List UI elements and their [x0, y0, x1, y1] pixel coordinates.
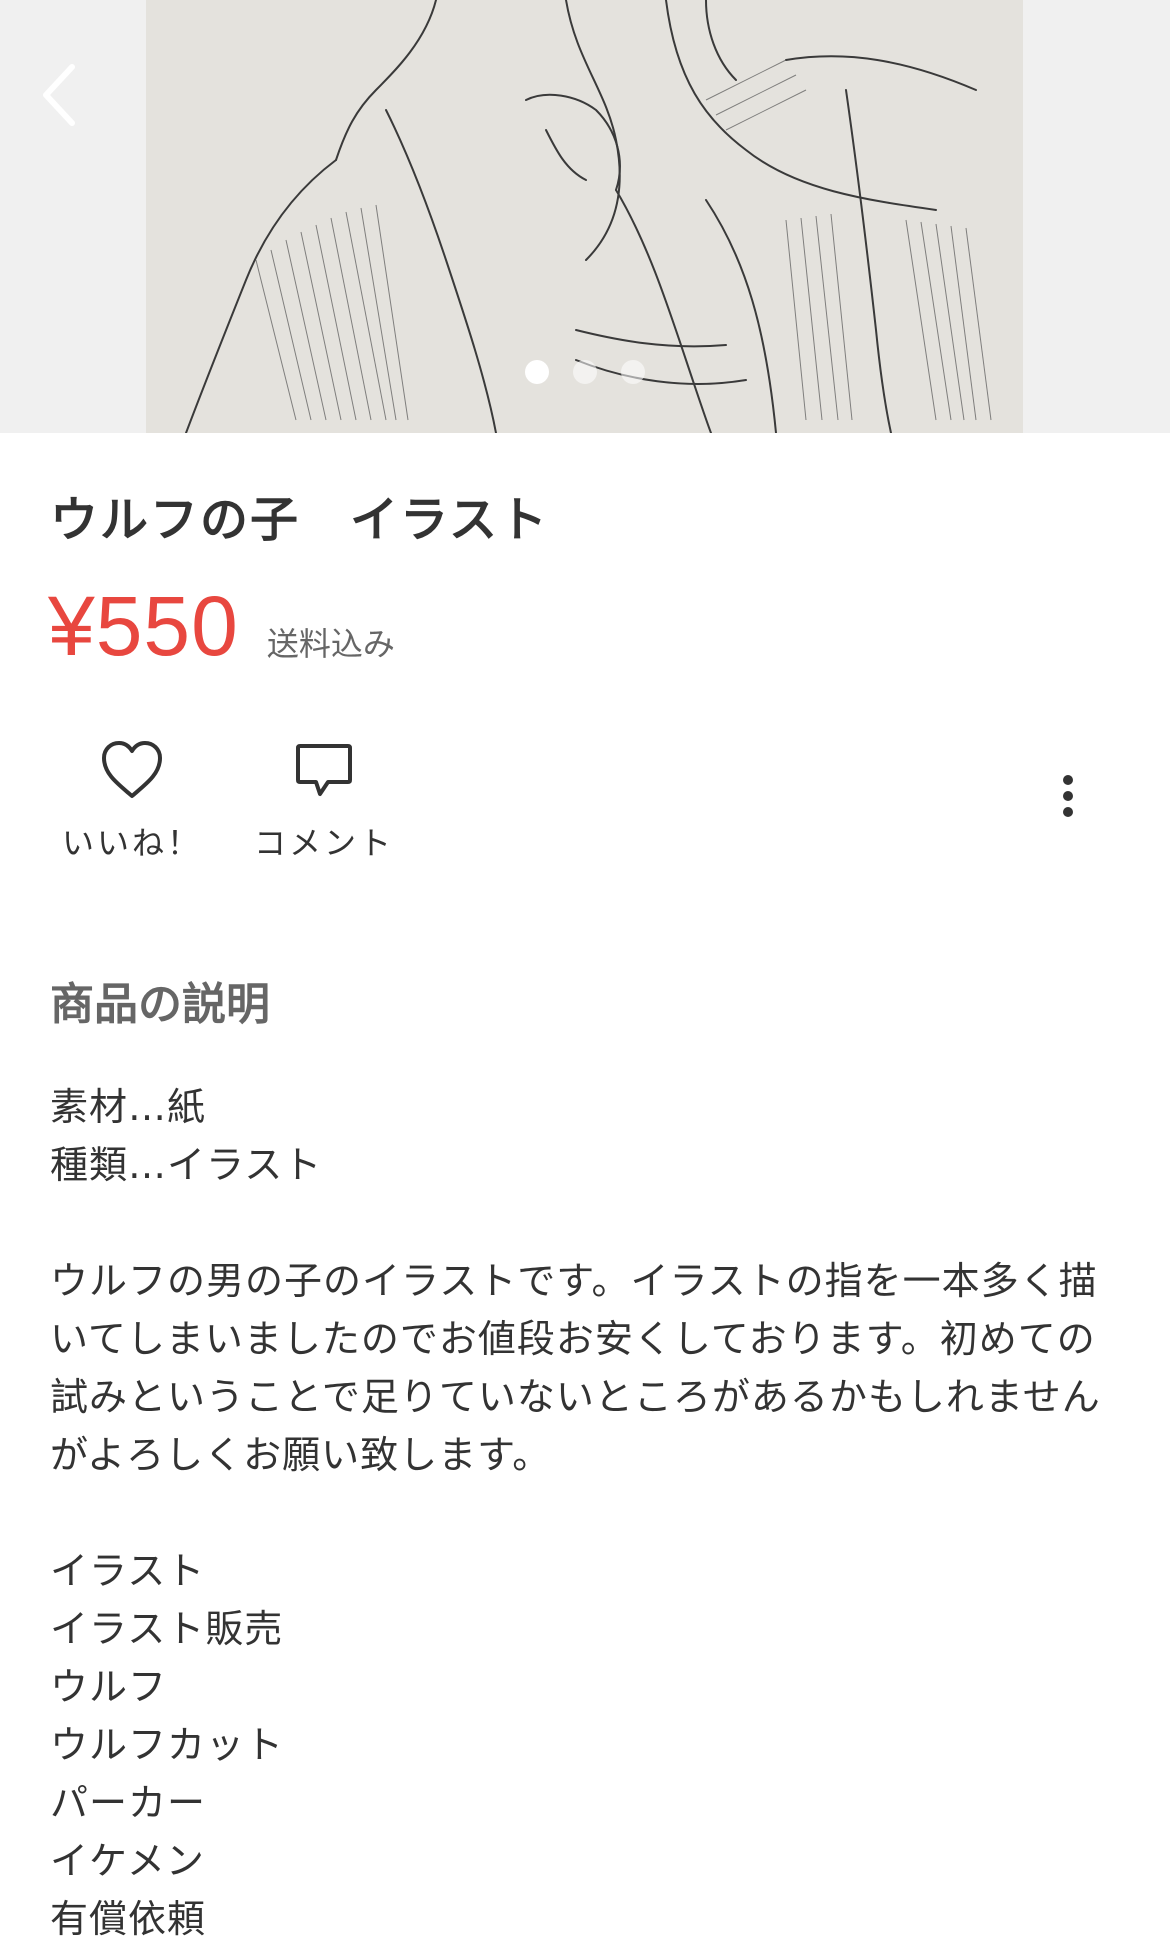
price-row: ¥550 送料込み — [48, 578, 395, 675]
like-label: いいね！ — [61, 824, 202, 862]
comment-button[interactable]: コメント — [234, 738, 414, 864]
description-body: 素材…紙 種類…イラスト ウルフの男の子のイラストです。イラストの指を一本多く描… — [50, 1085, 1101, 1941]
product-title: ウルフの子 イラスト — [50, 492, 550, 548]
comment-label: コメント — [253, 824, 394, 862]
heart-icon — [102, 741, 162, 798]
carousel-indicator — [0, 360, 1170, 384]
description-heading: 商品の説明 — [50, 979, 270, 1030]
product-image-carousel[interactable] — [0, 0, 1170, 433]
more-vertical-icon — [1063, 775, 1073, 817]
carousel-dot[interactable] — [525, 360, 549, 384]
speech-bubble-icon — [296, 744, 352, 796]
like-button[interactable]: いいね！ — [42, 738, 222, 864]
back-button[interactable] — [30, 55, 90, 135]
more-options-button[interactable] — [1048, 770, 1088, 826]
carousel-dot[interactable] — [573, 360, 597, 384]
product-price: ¥550 — [48, 579, 239, 673]
chevron-left-icon — [43, 64, 75, 126]
shipping-note: 送料込み — [266, 625, 395, 663]
carousel-dot[interactable] — [621, 360, 645, 384]
